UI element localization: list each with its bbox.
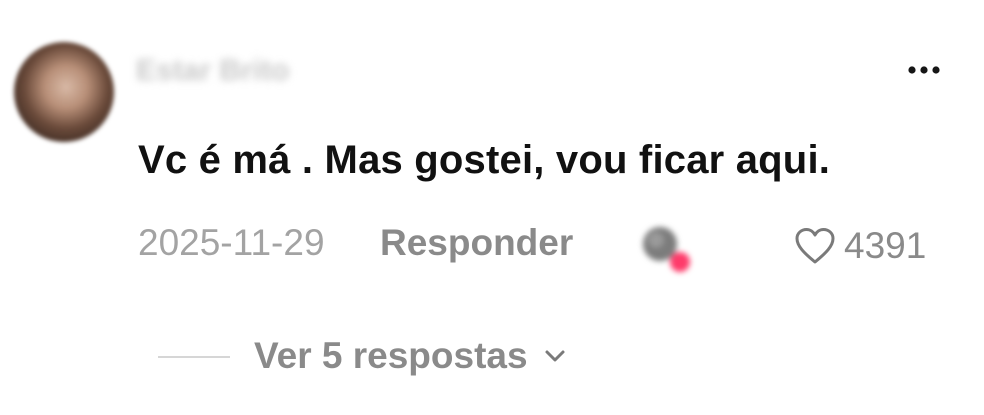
reply-button[interactable]: Responder: [380, 222, 573, 264]
comment-item: Estar Brito Vc é má . Mas gostei, vou fi…: [0, 0, 984, 415]
like-button[interactable]: 4391: [794, 222, 926, 270]
view-replies-label: Ver 5 respostas: [254, 335, 528, 376]
replies-divider: [158, 356, 230, 358]
comment-text: Vc é má . Mas gostei, vou ficar aqui.: [138, 138, 831, 182]
view-replies-button[interactable]: Ver 5 respostas: [254, 332, 566, 380]
chevron-down-icon: [545, 350, 565, 362]
heart-outline-icon: [795, 228, 835, 264]
creator-liked-avatar: [643, 227, 690, 272]
comment-date: 2025-11-29: [138, 222, 325, 263]
more-options-button[interactable]: [902, 56, 946, 84]
more-horizontal-icon: [908, 66, 940, 74]
user-avatar[interactable]: [14, 42, 114, 142]
like-count: 4391: [844, 225, 927, 266]
username[interactable]: Estar Brito: [136, 54, 289, 88]
